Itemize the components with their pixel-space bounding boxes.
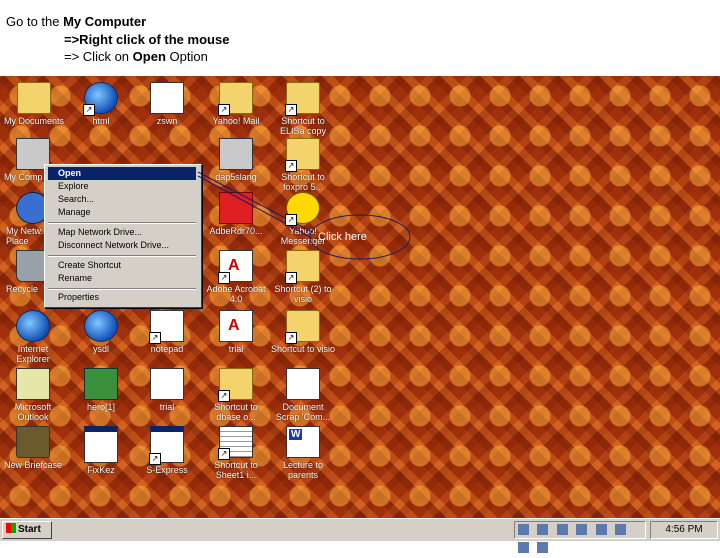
image-file-icon (84, 368, 118, 400)
desktop-icon-hero[interactable]: hero[1] (68, 368, 134, 412)
tray-messenger-icon[interactable] (518, 542, 529, 553)
desktop-icon-my-documents[interactable]: My Documents (1, 82, 67, 126)
menu-item-explore[interactable]: Explore (48, 180, 196, 193)
desktop-icon-adobe-reader[interactable]: AdbeRdr70... (203, 192, 269, 236)
spreadsheet-icon (218, 426, 253, 460)
html-file-icon (84, 310, 118, 342)
menu-item-disconnect-network-drive[interactable]: Disconnect Network Drive... (48, 239, 196, 252)
system-tray (514, 521, 646, 553)
folder-icon (285, 82, 320, 116)
desktop-icon-trial[interactable]: trial (134, 368, 200, 412)
notepad-icon (149, 310, 184, 344)
menu-item-properties[interactable]: Properties (48, 291, 196, 304)
document-scrap-icon (286, 368, 320, 400)
instructions: Go to the My Computer =>Right click of t… (0, 0, 720, 76)
desktop-icon-document-scrap[interactable]: Document Scrap 'Com... (270, 368, 336, 422)
instruction-line-1: Go to the My Computer (6, 14, 147, 29)
menu-separator (48, 255, 196, 257)
taskbar: Start 4:56 PM (0, 518, 720, 553)
word-document-icon (286, 426, 320, 458)
tray-app-icon[interactable] (537, 524, 549, 535)
pdf-file-icon (219, 310, 253, 342)
tray-network-icon[interactable] (518, 524, 529, 535)
windows-logo-icon (6, 523, 16, 533)
desktop-icon-fixkez[interactable]: FixKez (68, 426, 134, 475)
desktop-icon-lecture[interactable]: Lecture to parents (270, 426, 336, 480)
desktop-icon-notepad[interactable]: notepad (134, 310, 200, 354)
acrobat-icon (218, 250, 253, 284)
clock[interactable]: 4:56 PM (650, 521, 718, 539)
program-window-icon (149, 426, 184, 465)
desktop-icon-shortcut-foxpro[interactable]: Shortcut to foxpro 5... (270, 138, 336, 192)
folder-icon (285, 310, 320, 344)
desktop-icon-yahoo-mail[interactable]: Yahoo! Mail (203, 82, 269, 126)
yahoo-messenger-icon (285, 192, 320, 226)
menu-separator (48, 288, 196, 290)
desktop-icon-dap-slang[interactable]: dap5slang (203, 138, 269, 182)
network-computers-icon (219, 138, 253, 170)
desktop-icon-adobe-acrobat[interactable]: Adobe Acrobat 4.0 (203, 250, 269, 304)
desktop-icon-briefcase[interactable]: New Briefcase (0, 426, 66, 470)
internet-explorer-icon (16, 310, 50, 342)
tray-app-icon[interactable] (615, 524, 627, 535)
document-icon (150, 82, 184, 114)
menu-item-search[interactable]: Search... (48, 193, 196, 206)
desktop-icon-shortcut-elisa[interactable]: Shortcut to ELISa copy (270, 82, 336, 136)
briefcase-icon (16, 426, 50, 458)
html-file-icon (83, 82, 118, 116)
menu-separator (48, 222, 196, 224)
desktop-icon-shortcut-sheet[interactable]: Shortcut to Sheet1 i... (203, 426, 269, 480)
menu-item-map-network-drive[interactable]: Map Network Drive... (48, 226, 196, 239)
desktop-icon-s-express[interactable]: S-Express (134, 426, 200, 475)
instruction-line-3: => Click on Open Option (64, 49, 208, 64)
document-icon (150, 368, 184, 400)
menu-item-rename[interactable]: Rename (48, 272, 196, 285)
program-window-icon (84, 426, 118, 463)
desktop-icon-shortcut-visio[interactable]: Shortcut to visio (270, 310, 336, 354)
tray-app-icon[interactable] (537, 542, 549, 553)
desktop-icon-trial-pdf[interactable]: trial (203, 310, 269, 354)
menu-item-open[interactable]: Open (48, 167, 196, 180)
folder-icon (285, 138, 320, 172)
desktop-icon-internet-explorer[interactable]: Internet Explorer (0, 310, 66, 364)
start-button[interactable]: Start (2, 521, 52, 539)
outlook-icon (16, 368, 50, 400)
desktop-icon-shortcut-2-visio[interactable]: Shortcut (2) to visio (270, 250, 336, 304)
desktop-icon-html[interactable]: html (68, 82, 134, 126)
tray-volume-icon[interactable] (595, 524, 607, 535)
click-here-callout: Click here (318, 231, 367, 243)
mail-icon (218, 82, 253, 116)
desktop-icon-outlook[interactable]: Microsoft Outlook (0, 368, 66, 422)
instruction-line-2: =>Right click of the mouse (64, 32, 230, 47)
tray-app-icon[interactable] (556, 524, 568, 535)
menu-item-create-shortcut[interactable]: Create Shortcut (48, 259, 196, 272)
folder-icon (218, 368, 253, 402)
desktop: My Documents My Comp My Netw... Place Re… (0, 76, 720, 518)
tray-app-icon[interactable] (576, 524, 588, 535)
adobe-reader-icon (219, 192, 253, 224)
desktop-icon-ysdl[interactable]: ysdl (68, 310, 134, 354)
menu-item-manage[interactable]: Manage (48, 206, 196, 219)
folder-icon (17, 82, 51, 114)
folder-icon (285, 250, 320, 284)
context-menu: Open Explore Search... Manage Map Networ… (44, 164, 202, 308)
desktop-icon-shortcut-dbase[interactable]: Shortcut to dbase o... (203, 368, 269, 422)
desktop-icon-zswn[interactable]: zswn (134, 82, 200, 126)
